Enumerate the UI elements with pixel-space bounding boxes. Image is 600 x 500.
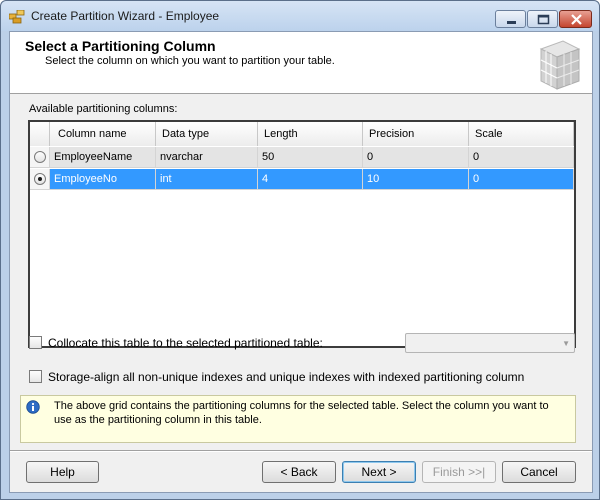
cell-column-name[interactable]: EmployeeNo bbox=[50, 169, 156, 190]
storage-align-label[interactable]: Storage-align all non-unique indexes and… bbox=[48, 370, 524, 384]
cell-scale[interactable]: 0 bbox=[469, 147, 574, 168]
radio-button[interactable] bbox=[34, 151, 46, 163]
table-row[interactable]: EmployeeName nvarchar 50 0 0 bbox=[30, 147, 574, 168]
page-title: Select a Partitioning Column bbox=[25, 38, 216, 54]
page-header: Select a Partitioning Column Select the … bbox=[10, 32, 592, 94]
cell-length[interactable]: 4 bbox=[258, 169, 363, 190]
maximize-button[interactable] bbox=[527, 10, 558, 28]
column-header-precision[interactable]: Precision bbox=[363, 122, 469, 146]
column-header-length[interactable]: Length bbox=[258, 122, 363, 146]
cancel-button[interactable]: Cancel bbox=[502, 461, 576, 483]
row-selector[interactable] bbox=[30, 147, 50, 168]
close-button[interactable] bbox=[559, 10, 592, 28]
title-bar[interactable]: Create Partition Wizard - Employee bbox=[1, 1, 599, 31]
info-icon bbox=[26, 400, 40, 414]
grid-header-corner bbox=[30, 122, 50, 146]
cell-precision[interactable]: 10 bbox=[363, 169, 469, 190]
cell-data-type[interactable]: int bbox=[156, 169, 258, 190]
grid-header: Column name Data type Length Precision S… bbox=[30, 122, 574, 146]
cell-data-type[interactable]: nvarchar bbox=[156, 147, 258, 168]
info-message: The above grid contains the partitioning… bbox=[54, 400, 549, 426]
wizard-window: Create Partition Wizard - Employee Selec… bbox=[0, 0, 600, 500]
partitioning-columns-grid[interactable]: Column name Data type Length Precision S… bbox=[28, 120, 576, 348]
page-subtitle: Select the column on which you want to p… bbox=[45, 55, 335, 67]
cell-length[interactable]: 50 bbox=[258, 147, 363, 168]
next-button[interactable]: Next > bbox=[342, 461, 416, 483]
maximize-icon bbox=[537, 14, 550, 25]
chevron-down-icon: ▼ bbox=[562, 339, 570, 348]
minimize-icon bbox=[507, 21, 516, 24]
finish-button[interactable]: Finish >>| bbox=[422, 461, 496, 483]
cell-precision[interactable]: 0 bbox=[363, 147, 469, 168]
close-icon bbox=[571, 14, 582, 25]
collocate-table-select[interactable]: ▼ bbox=[405, 333, 575, 353]
back-button[interactable]: < Back bbox=[262, 461, 336, 483]
help-button[interactable]: Help bbox=[26, 461, 99, 483]
info-panel: The above grid contains the partitioning… bbox=[20, 395, 576, 443]
collocate-checkbox[interactable] bbox=[29, 336, 42, 349]
column-header-name[interactable]: Column name bbox=[50, 122, 156, 146]
storage-align-checkbox[interactable] bbox=[29, 370, 42, 383]
available-columns-label: Available partitioning columns: bbox=[29, 103, 178, 115]
radio-dot-icon bbox=[38, 177, 42, 181]
cube-grid-icon bbox=[539, 40, 581, 90]
table-row[interactable]: EmployeeNo int 4 10 0 bbox=[30, 169, 574, 190]
window-title: Create Partition Wizard - Employee bbox=[31, 9, 220, 23]
app-icon bbox=[9, 10, 25, 24]
wizard-page: Select a Partitioning Column Select the … bbox=[9, 31, 593, 493]
radio-button[interactable] bbox=[34, 173, 46, 185]
cell-scale[interactable]: 0 bbox=[469, 169, 574, 190]
column-header-data-type[interactable]: Data type bbox=[156, 122, 258, 146]
footer-divider bbox=[10, 450, 592, 452]
cell-column-name[interactable]: EmployeeName bbox=[50, 147, 156, 168]
minimize-button[interactable] bbox=[495, 10, 526, 28]
collocate-label[interactable]: Collocate this table to the selected par… bbox=[48, 336, 323, 350]
column-header-scale[interactable]: Scale bbox=[469, 122, 574, 146]
row-selector[interactable] bbox=[30, 169, 50, 190]
